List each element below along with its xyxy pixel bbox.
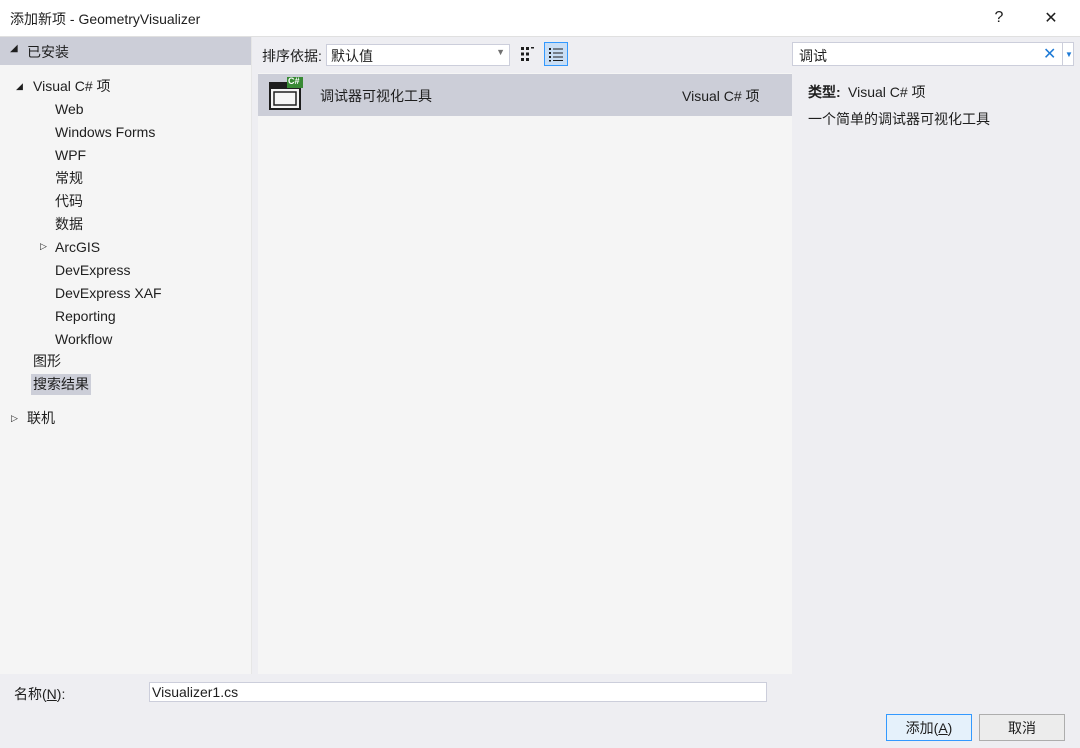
tree-item-reporting[interactable]: Reporting <box>55 306 116 327</box>
add-button[interactable]: 添加(A) <box>886 714 972 741</box>
details-type-label: 类型: <box>808 84 841 100</box>
tree-item-web[interactable]: Web <box>55 99 84 120</box>
tree-item-workflow[interactable]: Workflow <box>55 329 112 350</box>
tree-installed-header[interactable]: ◢ 已安装 <box>0 37 251 65</box>
tree-item-general[interactable]: 常规 <box>55 168 83 189</box>
sort-label: 排序依据: <box>262 48 322 64</box>
close-button[interactable]: ✕ <box>1028 0 1074 36</box>
sort-dropdown[interactable]: 默认值 ▼ <box>326 44 510 66</box>
list-view-button[interactable] <box>544 42 568 66</box>
tree-item-code[interactable]: 代码 <box>55 191 83 212</box>
tree-item-visual-csharp[interactable]: Visual C# 项 <box>33 76 111 97</box>
tree-item-data[interactable]: 数据 <box>55 214 83 235</box>
name-label: 名称(N): <box>14 684 65 704</box>
expanded-arrow-icon: ◢ <box>10 43 18 54</box>
expanded-arrow-icon[interactable]: ◢ <box>16 76 23 97</box>
details-panel <box>793 73 1074 674</box>
list-view-icon <box>549 48 563 62</box>
result-item-name: 调试器可视化工具 <box>320 88 432 104</box>
search-input[interactable]: 调试 <box>792 42 1074 66</box>
help-button[interactable]: ? <box>976 0 1022 36</box>
name-label-suffix: ): <box>56 686 66 702</box>
tree-item-graphics[interactable]: 图形 <box>33 351 61 372</box>
tree-item-arcgis[interactable]: ArcGIS <box>55 237 100 258</box>
tree-item-devexpress-xaf[interactable]: DevExpress XAF <box>55 283 162 304</box>
name-label-accesskey: N <box>46 686 57 702</box>
grid-view-button[interactable] <box>516 42 540 66</box>
grid-view-icon <box>521 47 534 61</box>
add-label-suffix: ) <box>947 719 953 736</box>
tree-item-search-results[interactable]: 搜索结果 <box>31 374 91 395</box>
name-label-text: 名称( <box>14 686 47 702</box>
chevron-down-icon: ▼ <box>496 47 505 57</box>
details-description: 一个简单的调试器可视化工具 <box>808 111 990 127</box>
name-field[interactable]: Visualizer1.cs <box>149 682 767 702</box>
csharp-badge: C# <box>288 76 300 86</box>
result-item-type: Visual C# 项 <box>682 88 760 104</box>
cancel-button[interactable]: 取消 <box>979 714 1065 741</box>
name-field-value: Visualizer1.cs <box>152 684 239 700</box>
close-icon: ✕ <box>1044 10 1058 27</box>
add-accesskey: A <box>938 719 948 736</box>
details-type-value: Visual C# 项 <box>848 84 926 100</box>
search-value: 调试 <box>799 48 827 64</box>
tree-item-windows-forms[interactable]: Windows Forms <box>55 122 155 143</box>
csharp-file-icon: C# <box>268 76 304 111</box>
search-options-dropdown[interactable]: ▼ <box>1062 43 1075 65</box>
window-title: 添加新项 - GeometryVisualizer <box>10 11 201 27</box>
tree-item-wpf[interactable]: WPF <box>55 145 86 166</box>
chevron-down-icon: ▼ <box>1065 49 1073 59</box>
tree-installed-label: 已安装 <box>27 44 69 60</box>
add-label: 添加( <box>905 719 939 736</box>
template-list-panel <box>258 73 792 674</box>
tree-item-devexpress[interactable]: DevExpress <box>55 260 130 281</box>
collapsed-arrow-icon[interactable]: ▷ <box>40 236 47 257</box>
collapsed-arrow-icon[interactable]: ▷ <box>11 408 18 429</box>
sort-value: 默认值 <box>331 48 373 64</box>
tree-item-online[interactable]: 联机 <box>27 408 55 429</box>
clear-search-icon[interactable]: ✕ <box>1043 44 1056 64</box>
